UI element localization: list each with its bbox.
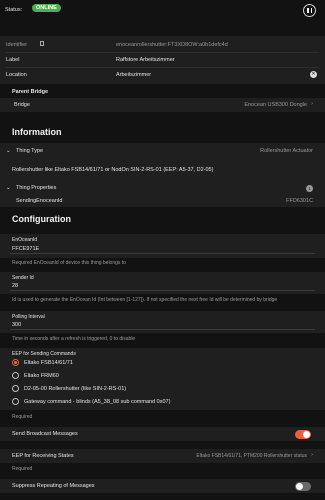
receiving-value: Eltako FSB14/61/71, PTM200 Rollershutter… — [196, 453, 307, 459]
radio-icon — [12, 372, 19, 379]
radio-selected-icon — [12, 359, 19, 366]
eep-option[interactable]: Gateway command - blinds (A5_38_08 sub c… — [12, 398, 170, 405]
enocean-id-panel: EnOceanId FFCE971E — [0, 234, 325, 258]
thing-description: Rollershutter like Eltako FSB14/61/71 or… — [12, 167, 214, 173]
thing-properties-label: Thing Properties — [16, 185, 57, 191]
identifier-label: Identifier — [6, 42, 28, 48]
location-label: Location — [6, 72, 27, 78]
clear-icon[interactable]: ✕ — [310, 71, 317, 78]
radio-icon — [12, 385, 19, 392]
broadcast-toggle[interactable] — [295, 429, 311, 439]
header: Status: ONLINE — [0, 0, 325, 22]
label-label: Label — [6, 57, 20, 63]
chevron-down-icon: ⌄ — [6, 185, 11, 191]
bridge-value: Enocean USB300 Dongle — [244, 102, 307, 108]
information-heading: Information — [12, 127, 62, 137]
broadcast-label: Send Broadcast Messages — [12, 431, 78, 437]
status-badge: ONLINE — [32, 4, 61, 12]
sender-id-label: Sender Id — [12, 275, 34, 281]
location-field[interactable]: Arbeitszimmer — [116, 72, 151, 78]
polling-panel: Polling Interval 300 — [0, 311, 325, 333]
eep-option[interactable]: Eltako FSB14/61/71 — [12, 359, 73, 366]
polling-field[interactable]: 300 — [10, 321, 315, 330]
thing-type-value: Rollershutter Actuator — [260, 148, 313, 154]
status-label: Status: — [5, 7, 23, 13]
identifier-value: enoceanrollershutter:FT3XD8OW:a0b1defc4d — [116, 42, 228, 48]
enocean-id-field[interactable]: FFCE971E — [10, 245, 315, 254]
enocean-id-label: EnOceanId — [12, 237, 38, 243]
receiving-label: EEP for Receiving States — [12, 453, 74, 459]
polling-help: Time in seconds after a refresh is trigg… — [12, 336, 136, 342]
eep-option[interactable]: Eltako FRM60 — [12, 372, 59, 379]
configuration-heading: Configuration — [12, 214, 71, 224]
suppress-label: Suppress Repeating of Messages — [12, 483, 95, 489]
suppress-row: Suppress Repeating of Messages — [0, 479, 325, 493]
eep-required: Required — [12, 414, 33, 420]
eep-option[interactable]: D2-05-00 Rollershutter (like SIN-2-RS-01… — [12, 385, 126, 392]
thing-type-label: Thing Type — [16, 148, 44, 154]
copy-icon[interactable] — [40, 41, 44, 46]
pause-button[interactable] — [303, 4, 316, 17]
sending-enocean-value: FFD6301C — [286, 198, 313, 204]
thing-type-row[interactable]: ⌄ Thing Type Rollershutter Actuator — [6, 146, 319, 156]
sender-id-panel: Sender Id 28 — [0, 272, 325, 294]
thing-properties-count: 1 — [306, 184, 313, 192]
eep-sending-panel: EEP for Sending Commands Eltako FSB14/61… — [0, 348, 325, 410]
bridge-label: Bridge — [14, 102, 30, 108]
label-field[interactable]: Raffstore Arbeitszimmer — [116, 57, 175, 63]
bridge-row[interactable]: Bridge Enocean USB300 Dongle › — [0, 98, 325, 112]
sender-id-help: Id is used to generate the EnOcean Id (I… — [12, 297, 278, 303]
enocean-id-help: Required EnOceanId of device this thing … — [12, 260, 126, 266]
suppress-toggle[interactable] — [295, 481, 311, 491]
properties-panel: Identifier enoceanrollershutter:FT3XD8OW… — [0, 36, 325, 84]
pause-icon — [307, 8, 309, 13]
sender-id-field[interactable]: 28 — [10, 282, 315, 291]
chevron-right-icon: › — [311, 452, 313, 458]
receiving-row[interactable]: EEP for Receiving States Eltako FSB14/61… — [0, 449, 325, 463]
radio-icon — [12, 398, 19, 405]
receiving-required: Required — [12, 466, 33, 472]
thing-properties-row[interactable]: ⌄ Thing Properties 1 — [6, 183, 319, 193]
chevron-right-icon: › — [311, 101, 313, 107]
information-panel: ⌄ Thing Type Rollershutter Actuator Roll… — [0, 143, 325, 207]
polling-label: Polling Interval — [12, 314, 45, 320]
parent-bridge-heading: Parent Bridge — [12, 89, 49, 95]
sending-enocean-label: SendingEnoceanId — [16, 198, 63, 204]
chevron-down-icon: ⌄ — [6, 148, 11, 154]
eep-sending-label: EEP for Sending Commands — [12, 351, 76, 357]
broadcast-row: Send Broadcast Messages — [0, 427, 325, 441]
